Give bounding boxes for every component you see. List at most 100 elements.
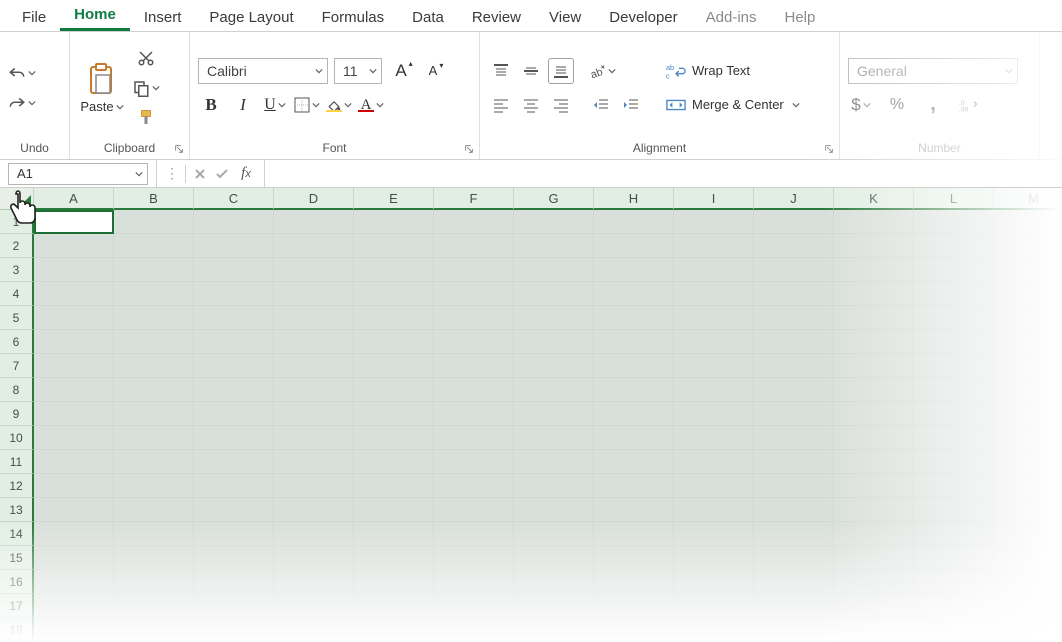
cell-M14[interactable] [994, 522, 1062, 546]
cell-B4[interactable] [114, 282, 194, 306]
cell-F14[interactable] [434, 522, 514, 546]
cell-H15[interactable] [594, 546, 674, 570]
column-header-B[interactable]: B [114, 188, 194, 210]
copy-button[interactable] [132, 75, 160, 101]
tab-review[interactable]: Review [458, 3, 535, 31]
cell-F5[interactable] [434, 306, 514, 330]
cell-E12[interactable] [354, 474, 434, 498]
cell-J5[interactable] [754, 306, 834, 330]
cell-G6[interactable] [514, 330, 594, 354]
cell-L11[interactable] [914, 450, 994, 474]
cell-B10[interactable] [114, 426, 194, 450]
cell-J4[interactable] [754, 282, 834, 306]
cell-G17[interactable] [514, 594, 594, 618]
cell-F2[interactable] [434, 234, 514, 258]
cell-J13[interactable] [754, 498, 834, 522]
comma-format-button[interactable]: , [920, 92, 946, 118]
cell-M11[interactable] [994, 450, 1062, 474]
cell-B8[interactable] [114, 378, 194, 402]
grow-font-button[interactable]: A▴ [388, 58, 414, 84]
cell-A9[interactable] [34, 402, 114, 426]
cell-H18[interactable] [594, 618, 674, 642]
cell-C10[interactable] [194, 426, 274, 450]
cell-F3[interactable] [434, 258, 514, 282]
chevron-down-icon[interactable] [376, 101, 384, 109]
cell-G14[interactable] [514, 522, 594, 546]
cell-J7[interactable] [754, 354, 834, 378]
align-bottom-button[interactable] [548, 58, 574, 84]
cell-M17[interactable] [994, 594, 1062, 618]
chevron-down-icon[interactable] [608, 67, 616, 75]
cell-F8[interactable] [434, 378, 514, 402]
cell-H4[interactable] [594, 282, 674, 306]
cell-L9[interactable] [914, 402, 994, 426]
cell-E5[interactable] [354, 306, 434, 330]
cell-A6[interactable] [34, 330, 114, 354]
decrease-indent-button[interactable] [588, 92, 614, 118]
font-color-button[interactable]: A [358, 92, 384, 118]
cell-I6[interactable] [674, 330, 754, 354]
cell-A10[interactable] [34, 426, 114, 450]
cell-A2[interactable] [34, 234, 114, 258]
cell-C12[interactable] [194, 474, 274, 498]
cell-I3[interactable] [674, 258, 754, 282]
cell-G1[interactable] [514, 210, 594, 234]
cell-G5[interactable] [514, 306, 594, 330]
cell-I11[interactable] [674, 450, 754, 474]
cell-I8[interactable] [674, 378, 754, 402]
cell-J1[interactable] [754, 210, 834, 234]
row-header-7[interactable]: 7 [0, 354, 34, 378]
cut-button[interactable] [132, 45, 160, 71]
cell-G12[interactable] [514, 474, 594, 498]
cell-B1[interactable] [114, 210, 194, 234]
cell-K10[interactable] [834, 426, 914, 450]
cell-G2[interactable] [514, 234, 594, 258]
cell-K16[interactable] [834, 570, 914, 594]
cell-E6[interactable] [354, 330, 434, 354]
row-header-2[interactable]: 2 [0, 234, 34, 258]
cell-A11[interactable] [34, 450, 114, 474]
tab-view[interactable]: View [535, 3, 595, 31]
cell-I15[interactable] [674, 546, 754, 570]
cell-B6[interactable] [114, 330, 194, 354]
increase-indent-button[interactable] [618, 92, 644, 118]
cell-C14[interactable] [194, 522, 274, 546]
tab-page-layout[interactable]: Page Layout [195, 3, 307, 31]
cell-B3[interactable] [114, 258, 194, 282]
cell-G16[interactable] [514, 570, 594, 594]
cell-D15[interactable] [274, 546, 354, 570]
cell-M1[interactable] [994, 210, 1062, 234]
row-header-15[interactable]: 15 [0, 546, 34, 570]
cell-J14[interactable] [754, 522, 834, 546]
row-header-5[interactable]: 5 [0, 306, 34, 330]
cell-B18[interactable] [114, 618, 194, 642]
cell-F4[interactable] [434, 282, 514, 306]
cancel-formula-button[interactable] [190, 164, 210, 184]
cell-B16[interactable] [114, 570, 194, 594]
cell-H1[interactable] [594, 210, 674, 234]
cell-J15[interactable] [754, 546, 834, 570]
format-painter-button[interactable] [132, 105, 160, 131]
cell-D9[interactable] [274, 402, 354, 426]
row-header-12[interactable]: 12 [0, 474, 34, 498]
cell-E3[interactable] [354, 258, 434, 282]
cell-D17[interactable] [274, 594, 354, 618]
row-header-11[interactable]: 11 [0, 450, 34, 474]
cell-G18[interactable] [514, 618, 594, 642]
cell-G13[interactable] [514, 498, 594, 522]
cell-K18[interactable] [834, 618, 914, 642]
cell-M6[interactable] [994, 330, 1062, 354]
shrink-font-button[interactable]: A▾ [420, 58, 446, 84]
cell-A14[interactable] [34, 522, 114, 546]
cell-A17[interactable] [34, 594, 114, 618]
cell-I18[interactable] [674, 618, 754, 642]
cell-J11[interactable] [754, 450, 834, 474]
cell-F11[interactable] [434, 450, 514, 474]
cell-D3[interactable] [274, 258, 354, 282]
italic-button[interactable]: I [230, 92, 256, 118]
cell-C11[interactable] [194, 450, 274, 474]
tab-home[interactable]: Home [60, 0, 130, 31]
cell-H2[interactable] [594, 234, 674, 258]
cell-B2[interactable] [114, 234, 194, 258]
cell-F16[interactable] [434, 570, 514, 594]
